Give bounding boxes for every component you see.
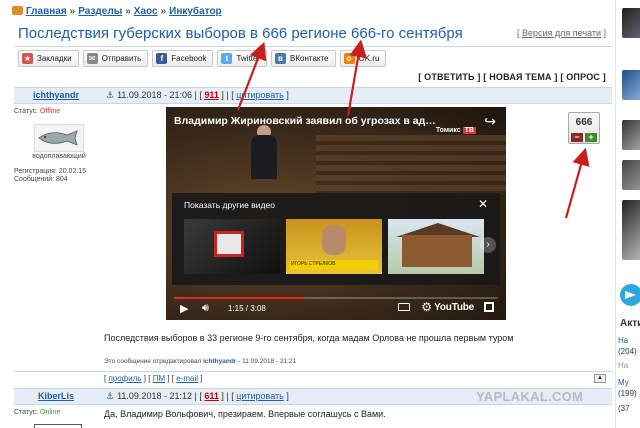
- post-author-link[interactable]: KiberLis: [14, 391, 98, 401]
- sidebar-item[interactable]: Му: [618, 378, 629, 387]
- annotation-arrow: [236, 41, 267, 111]
- edit-note: Это сообщение отредактировал ichthyandr …: [104, 358, 297, 365]
- email-link[interactable]: e-mail: [176, 374, 198, 383]
- author-status: Статус: Online: [14, 409, 98, 416]
- anchor-icon[interactable]: ⚓: [106, 391, 114, 401]
- sidebar-item-count: (199): [618, 389, 637, 398]
- post-body: Последствия выборов в 33 регионе 9-го се…: [104, 333, 514, 343]
- telegram-icon[interactable]: [620, 284, 640, 306]
- annotation-arrow: [564, 147, 590, 219]
- site-watermark: YAPLAKAL.COM: [476, 389, 584, 404]
- scroll-top-icon[interactable]: ▲: [594, 374, 606, 383]
- edit-user-link[interactable]: ichthyandr: [203, 358, 236, 365]
- post-number-link[interactable]: 611: [204, 391, 219, 401]
- status-value: Online: [40, 409, 61, 416]
- status-label: Статус:: [14, 409, 39, 416]
- quote-link[interactable]: цитировать: [236, 391, 284, 401]
- annotation-arrows: [236, 39, 590, 219]
- sidebar-thumbnail[interactable]: [622, 8, 640, 38]
- edit-time: 11.09.2018 - 21:21: [242, 358, 297, 365]
- sidebar-thumbnail[interactable]: [622, 70, 640, 100]
- edit-prefix: Это сообщение отредактировал: [104, 358, 202, 365]
- pm-link[interactable]: ПМ: [153, 374, 165, 383]
- post-meta: ⚓ 11.09.2018 - 21:12 | [ 611 ] | [ цитиро…: [106, 391, 289, 401]
- post-body: Да, Владимир Вольфович, презираем. Вперв…: [104, 409, 386, 419]
- profile-link[interactable]: профиль: [108, 374, 141, 383]
- sidebar: Акти На (204) На Му (199) (37: [615, 0, 640, 428]
- avatar: [34, 424, 82, 428]
- post-footer-links: [ профиль ] [ ПМ ] [ e-mail ]: [104, 374, 203, 383]
- sidebar-item[interactable]: На: [618, 361, 628, 370]
- post-datetime: 11.09.2018 - 21:12: [117, 391, 192, 401]
- sidebar-thumbnail[interactable]: [622, 200, 640, 260]
- post-footer: [ профиль ] [ ПМ ] [ e-mail ] ▲: [14, 371, 612, 385]
- sidebar-item-count: (204): [618, 347, 637, 356]
- sidebar-heading: Акти: [620, 318, 640, 329]
- sidebar-thumbnail[interactable]: [622, 160, 640, 190]
- annotation-arrow: [346, 39, 367, 117]
- sidebar-thumbnail[interactable]: [622, 120, 640, 150]
- sidebar-item[interactable]: (37: [618, 404, 630, 413]
- sidebar-item[interactable]: На: [618, 336, 628, 345]
